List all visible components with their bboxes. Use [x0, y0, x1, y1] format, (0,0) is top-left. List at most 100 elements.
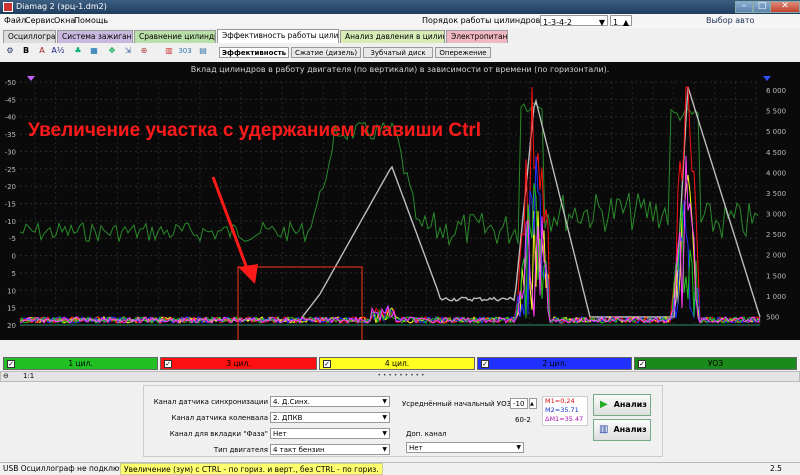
subtab-tooth-disk[interactable]: Зубчатый диск: [363, 47, 433, 58]
zoom-hint: Увеличение (зум) с CTRL - по гориз. и ве…: [120, 463, 383, 475]
y-right-axis: 6 000 5 500 5 000 4 500 4 000 3 500 3 000 2 500…: [766, 87, 786, 322]
y-right-tick: 4 000: [766, 169, 786, 177]
left-marker-icon[interactable]: [27, 76, 35, 81]
minimize-button[interactable]: –: [735, 1, 753, 13]
subtab-compression[interactable]: Сжатие (дизель): [291, 47, 361, 58]
menu-windows[interactable]: Окна: [54, 16, 75, 25]
sync-channel-select[interactable]: 4. Д.Синх. ▼: [270, 396, 390, 407]
crank-channel-select[interactable]: 2. ДПКВ ▼: [270, 412, 390, 423]
people-icon[interactable]: ♣: [70, 44, 86, 59]
checkbox-icon[interactable]: ✓: [638, 360, 646, 368]
analyze-all-button[interactable]: ▥ Анализ: [593, 419, 651, 441]
tab-pressure-analysis[interactable]: Анализ давления в цилиндрах: [340, 30, 445, 43]
font-size-icon[interactable]: A: [34, 44, 50, 59]
cylinder-order-select[interactable]: 1-3-4-2 ▼: [540, 15, 608, 27]
checkbox-icon[interactable]: ✓: [7, 360, 15, 368]
cylinder-count-stepper[interactable]: 1 ▲: [610, 15, 632, 27]
play-icon: ▶: [600, 399, 608, 410]
y-left-tick: 15: [7, 305, 16, 313]
engine-type-select[interactable]: 4 такт бензин ▼: [270, 444, 390, 455]
extra-channel-select[interactable]: Нет ▼: [406, 442, 524, 453]
chart-canvas[interactable]: Вклад цилиндров в работу двигателя (по в…: [0, 62, 800, 340]
tab-cylinder-efficiency[interactable]: Эффективность работы цилиндров: [217, 29, 339, 43]
chevron-down-icon: ▼: [382, 414, 387, 421]
y-left-tick: -10: [5, 218, 16, 226]
menu-help[interactable]: Помощь: [74, 16, 108, 25]
chart-grid: [20, 81, 760, 326]
checkbox-icon[interactable]: ✓: [481, 360, 489, 368]
tab-cylinder-compare[interactable]: Сравнение цилиндров: [134, 30, 216, 43]
auto-select-link[interactable]: Выбор авто: [706, 16, 754, 25]
settings-panel: Канал датчика синхронизации 4. Д.Синх. ▼ …: [143, 385, 663, 457]
measurement-box: M1=0.24 M2=35.71 ΔM1=35.47: [542, 396, 588, 426]
legend-cyl-4[interactable]: ✓ 4 цил.: [319, 357, 475, 370]
histogram-icon[interactable]: ▥: [161, 44, 177, 59]
y-left-axis: -50-45-40-35-30-25-20-15-10-505101520: [5, 79, 16, 330]
phase-channel-label: Канал для вкладки "Фаза": [169, 430, 268, 438]
bar-chart-icon[interactable]: ▤: [195, 44, 211, 59]
splitter-handle[interactable]: • • • • • • • • •: [231, 372, 571, 381]
tab-ignition[interactable]: Система зажигания: [57, 30, 133, 43]
chart-title: Вклад цилиндров в работу двигателя (по в…: [191, 65, 610, 74]
settings-icon[interactable]: ⚙: [2, 44, 18, 59]
horizontal-scrollbar[interactable]: ⊖ 1:1 • • • • • • • • •: [0, 371, 800, 382]
y-left-tick: -20: [5, 183, 16, 191]
y-left-tick: -50: [5, 79, 16, 87]
checkbox-icon[interactable]: ✓: [323, 360, 331, 368]
maximize-button[interactable]: □: [753, 1, 771, 13]
scale-value: 1:1: [23, 372, 35, 380]
menu-service[interactable]: Сервис: [25, 16, 55, 25]
cylinder-trace: [19, 174, 761, 325]
title-bar: Diamag 2 (эрц-1.dm2) – □ ✕: [0, 0, 800, 14]
chart-icon[interactable]: ▦: [86, 44, 102, 59]
checkbox-icon[interactable]: ✓: [164, 360, 172, 368]
uoz-stepper-icon[interactable]: ▲: [529, 398, 537, 409]
chevron-down-icon: ▼: [382, 430, 387, 437]
move-icon[interactable]: ✥: [104, 44, 120, 59]
tab-power-supply[interactable]: Электропитание: [446, 30, 508, 43]
y-right-tick: 5 000: [766, 128, 786, 136]
y-left-tick: -45: [5, 96, 16, 104]
engine-type-label: Тип двигателя: [213, 446, 268, 454]
chevron-down-icon: ▼: [516, 444, 521, 451]
chart-annotation: Увеличение участка с удержанием клавиши …: [28, 120, 481, 141]
wheel-type-value: 60-2: [515, 416, 531, 424]
legend-uoz[interactable]: ✓ УОЗ: [634, 357, 797, 370]
y-right-tick: 2 000: [766, 252, 786, 260]
scroll-left-icon[interactable]: ⊖: [3, 372, 9, 380]
uoz-input[interactable]: -10: [510, 398, 528, 409]
delta-m-value: ΔM1=35.47: [545, 415, 584, 423]
y-right-tick: 5 500: [766, 108, 786, 116]
text-style-icon[interactable]: A½: [50, 44, 66, 59]
zoom-selection-rect[interactable]: [237, 266, 363, 340]
m1-value: M1=0.24: [545, 397, 575, 405]
cursor-icon[interactable]: ⇲: [120, 44, 136, 59]
y-right-tick: 2 500: [766, 231, 786, 239]
close-button[interactable]: ✕: [770, 1, 800, 13]
number-303-icon[interactable]: 303: [177, 44, 193, 59]
subtab-efficiency[interactable]: Эффективность: [219, 47, 289, 58]
y-right-tick: 6 000: [766, 87, 786, 95]
extra-channel-label: Доп. канал: [406, 430, 447, 438]
cylinder-order-label: Порядок работы цилиндров: [422, 16, 541, 25]
analyze-button[interactable]: ▶ Анализ: [593, 394, 651, 416]
efficiency-chart[interactable]: Вклад цилиндров в работу двигателя (по в…: [0, 62, 800, 340]
y-left-tick: -25: [5, 166, 16, 174]
tab-oscilloscope[interactable]: Осциллограф: [3, 30, 56, 43]
y-right-tick: 1 500: [766, 272, 786, 280]
scale-icon[interactable]: ⊕: [136, 44, 152, 59]
window-title: Diamag 2 (эрц-1.dm2): [16, 2, 107, 11]
y-right-tick: 1 000: [766, 293, 786, 301]
phase-channel-select[interactable]: Нет ▼: [270, 428, 390, 439]
right-marker-icon[interactable]: [763, 76, 771, 81]
y-left-tick: -40: [5, 114, 16, 122]
bold-icon[interactable]: B: [18, 44, 34, 59]
legend-cyl-2[interactable]: ✓ 2 цил.: [477, 357, 632, 370]
legend-cyl-1[interactable]: ✓ 1 цил.: [3, 357, 158, 370]
menu-file[interactable]: Файл: [4, 16, 26, 25]
legend-cyl-3[interactable]: ✓ 3 цил.: [160, 357, 317, 370]
y-left-tick: -30: [5, 148, 16, 156]
subtab-advance[interactable]: Опережение: [435, 47, 491, 58]
cylinder-trace: [19, 155, 761, 325]
stepper-icon: ▲: [622, 18, 629, 27]
